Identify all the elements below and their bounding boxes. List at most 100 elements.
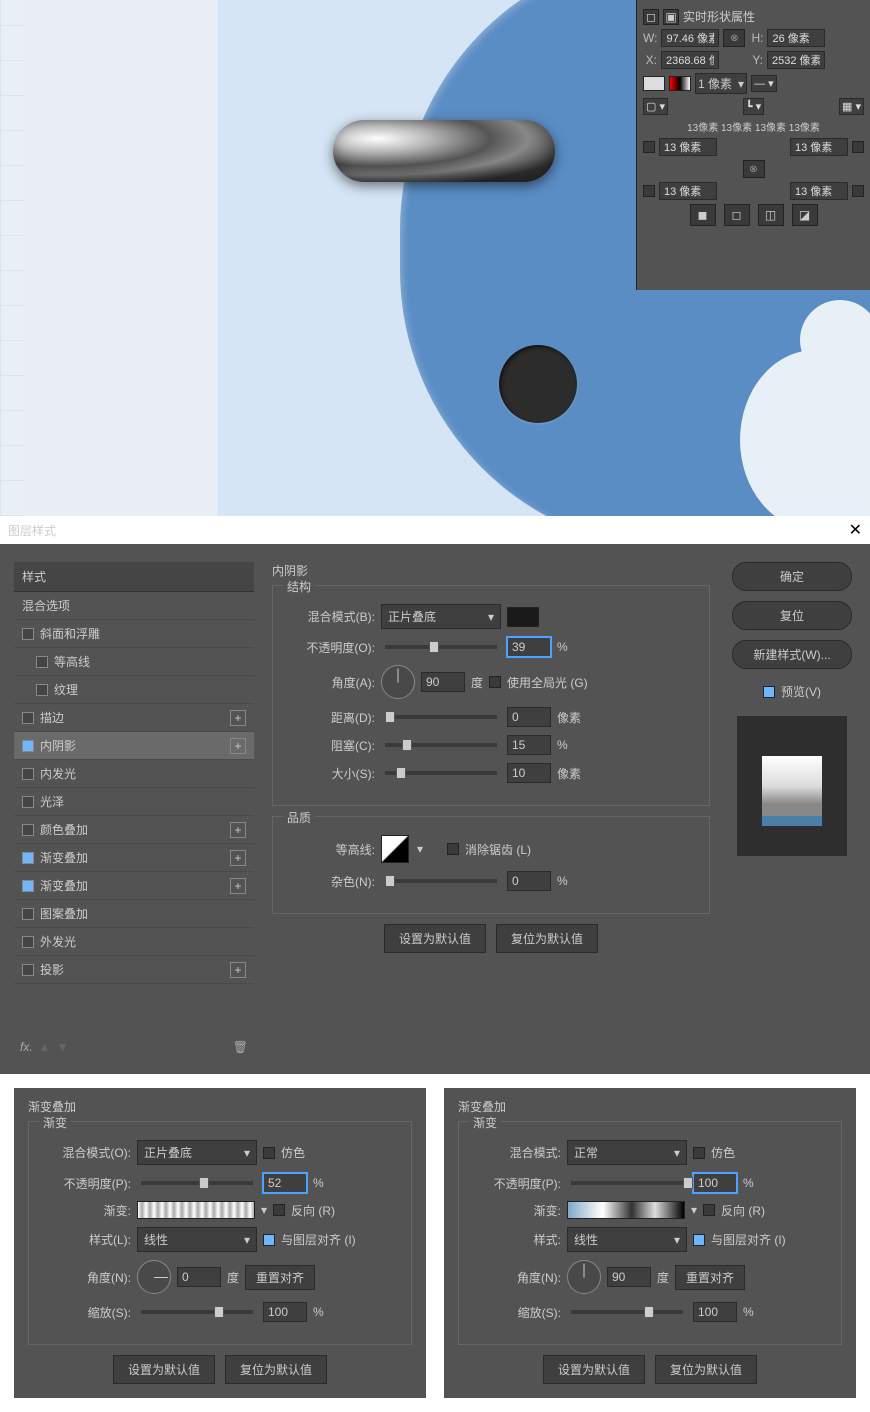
g1-gradient-picker[interactable] bbox=[137, 1201, 255, 1219]
move-up-icon[interactable]: ▲ bbox=[39, 1040, 51, 1054]
g1-angle-dial[interactable] bbox=[137, 1260, 171, 1294]
g2-reverse-check[interactable] bbox=[703, 1204, 715, 1216]
style-item[interactable]: 渐变叠加+ bbox=[14, 872, 254, 900]
add-effect-icon[interactable]: + bbox=[230, 962, 246, 978]
radius-bl-input[interactable] bbox=[659, 182, 717, 200]
g2-gradient-picker[interactable] bbox=[567, 1201, 685, 1219]
style-checkbox[interactable] bbox=[22, 824, 34, 836]
g2-reset-align-button[interactable]: 重置对齐 bbox=[675, 1265, 745, 1290]
g2-dither-check[interactable] bbox=[693, 1147, 705, 1159]
choke-input[interactable]: 15 bbox=[507, 735, 551, 755]
preview-check[interactable] bbox=[763, 686, 775, 698]
g1-style-dropdown[interactable]: 线性▾ bbox=[137, 1227, 257, 1252]
style-item[interactable]: 斜面和浮雕 bbox=[14, 620, 254, 648]
g2-style-dropdown[interactable]: 线性▾ bbox=[567, 1227, 687, 1252]
add-effect-icon[interactable]: + bbox=[230, 850, 246, 866]
radius-tr-check[interactable] bbox=[852, 141, 864, 153]
global-light-check[interactable] bbox=[489, 676, 501, 688]
radius-bl-check[interactable] bbox=[643, 185, 655, 197]
style-checkbox[interactable] bbox=[36, 656, 48, 668]
g2-align-check[interactable] bbox=[693, 1234, 705, 1246]
style-checkbox[interactable] bbox=[22, 852, 34, 864]
g1-reverse-check[interactable] bbox=[273, 1204, 285, 1216]
style-checkbox[interactable] bbox=[22, 880, 34, 892]
move-down-icon[interactable]: ▼ bbox=[57, 1040, 69, 1054]
g1-dither-check[interactable] bbox=[263, 1147, 275, 1159]
style-item[interactable]: 内阴影+ bbox=[14, 732, 254, 760]
noise-input[interactable]: 0 bbox=[507, 871, 551, 891]
set-default-button[interactable]: 设置为默认值 bbox=[384, 924, 486, 953]
add-effect-icon[interactable]: + bbox=[230, 878, 246, 894]
radius-tl-check[interactable] bbox=[643, 141, 655, 153]
g1-set-default-button[interactable]: 设置为默认值 bbox=[113, 1355, 215, 1384]
style-checkbox[interactable] bbox=[22, 936, 34, 948]
g2-angle-input[interactable]: 90 bbox=[607, 1267, 651, 1287]
trash-icon[interactable]: 🗑 bbox=[233, 1040, 248, 1054]
angle-input[interactable]: 90 bbox=[421, 672, 465, 692]
distance-slider[interactable] bbox=[385, 715, 497, 719]
choke-slider[interactable] bbox=[385, 743, 497, 747]
style-item[interactable]: 颜色叠加+ bbox=[14, 816, 254, 844]
style-item[interactable]: 纹理 bbox=[14, 676, 254, 704]
style-item[interactable]: 混合选项 bbox=[14, 592, 254, 620]
style-item[interactable]: 内发光 bbox=[14, 760, 254, 788]
pathop-intersect-icon[interactable]: ◫ bbox=[758, 204, 784, 226]
g2-scale-slider[interactable] bbox=[571, 1310, 683, 1314]
stroke-width-dropdown[interactable]: 1 像素 ▾ bbox=[695, 73, 747, 94]
corner-dropdown[interactable]: ┗ ▾ bbox=[743, 98, 764, 115]
cap-dropdown[interactable]: ▢ ▾ bbox=[643, 98, 668, 115]
pathop-exclude-icon[interactable]: ◪ bbox=[792, 204, 818, 226]
pathop-subtract-icon[interactable]: ◻ bbox=[724, 204, 750, 226]
g1-align-check[interactable] bbox=[263, 1234, 275, 1246]
style-item[interactable]: 等高线 bbox=[14, 648, 254, 676]
g2-angle-dial[interactable] bbox=[567, 1260, 601, 1294]
cancel-button[interactable]: 复位 bbox=[732, 601, 852, 630]
style-checkbox[interactable] bbox=[22, 908, 34, 920]
x-input[interactable] bbox=[661, 51, 719, 69]
g2-opacity-input[interactable]: 100 bbox=[693, 1173, 737, 1193]
style-item[interactable]: 图案叠加 bbox=[14, 900, 254, 928]
radius-tl-input[interactable] bbox=[659, 138, 717, 156]
style-checkbox[interactable] bbox=[22, 740, 34, 752]
style-item[interactable]: 投影+ bbox=[14, 956, 254, 984]
g1-scale-input[interactable]: 100 bbox=[263, 1302, 307, 1322]
style-checkbox[interactable] bbox=[22, 628, 34, 640]
g1-reset-default-button[interactable]: 复位为默认值 bbox=[225, 1355, 327, 1384]
add-effect-icon[interactable]: + bbox=[230, 738, 246, 754]
opacity-slider[interactable] bbox=[385, 645, 497, 649]
close-icon[interactable]: ✕ bbox=[849, 520, 862, 540]
g2-set-default-button[interactable]: 设置为默认值 bbox=[543, 1355, 645, 1384]
radius-tr-input[interactable] bbox=[790, 138, 848, 156]
mask-icon[interactable]: ▣ bbox=[663, 9, 679, 25]
contour-picker[interactable] bbox=[381, 835, 409, 863]
g1-blend-dropdown[interactable]: 正片叠底▾ bbox=[137, 1140, 257, 1165]
ok-button[interactable]: 确定 bbox=[732, 562, 852, 591]
style-item[interactable]: 光泽 bbox=[14, 788, 254, 816]
style-checkbox[interactable] bbox=[36, 684, 48, 696]
g1-scale-slider[interactable] bbox=[141, 1310, 253, 1314]
square-icon[interactable]: ◻ bbox=[643, 9, 659, 25]
blend-mode-dropdown[interactable]: 正片叠底▾ bbox=[381, 604, 501, 629]
g2-scale-input[interactable]: 100 bbox=[693, 1302, 737, 1322]
align-dropdown[interactable]: ▦ ▾ bbox=[839, 98, 864, 115]
style-checkbox[interactable] bbox=[22, 712, 34, 724]
fill-swatch[interactable] bbox=[643, 76, 665, 91]
style-checkbox[interactable] bbox=[22, 796, 34, 808]
g1-opacity-slider[interactable] bbox=[141, 1181, 253, 1185]
opacity-input[interactable]: 39 bbox=[507, 637, 551, 657]
add-effect-icon[interactable]: + bbox=[230, 710, 246, 726]
fx-icon[interactable]: fx. bbox=[20, 1040, 33, 1054]
style-item[interactable]: 外发光 bbox=[14, 928, 254, 956]
style-item[interactable]: 描边+ bbox=[14, 704, 254, 732]
radius-br-input[interactable] bbox=[790, 182, 848, 200]
link-wh-icon[interactable]: ⊗ bbox=[723, 29, 745, 47]
stroke-swatch[interactable] bbox=[669, 76, 691, 91]
reset-default-button[interactable]: 复位为默认值 bbox=[496, 924, 598, 953]
height-input[interactable] bbox=[767, 29, 825, 47]
style-checkbox[interactable] bbox=[22, 768, 34, 780]
antialias-check[interactable] bbox=[447, 843, 459, 855]
g2-reset-default-button[interactable]: 复位为默认值 bbox=[655, 1355, 757, 1384]
pathop-combine-icon[interactable]: ◼ bbox=[690, 204, 716, 226]
distance-input[interactable]: 0 bbox=[507, 707, 551, 727]
g2-opacity-slider[interactable] bbox=[571, 1181, 683, 1185]
